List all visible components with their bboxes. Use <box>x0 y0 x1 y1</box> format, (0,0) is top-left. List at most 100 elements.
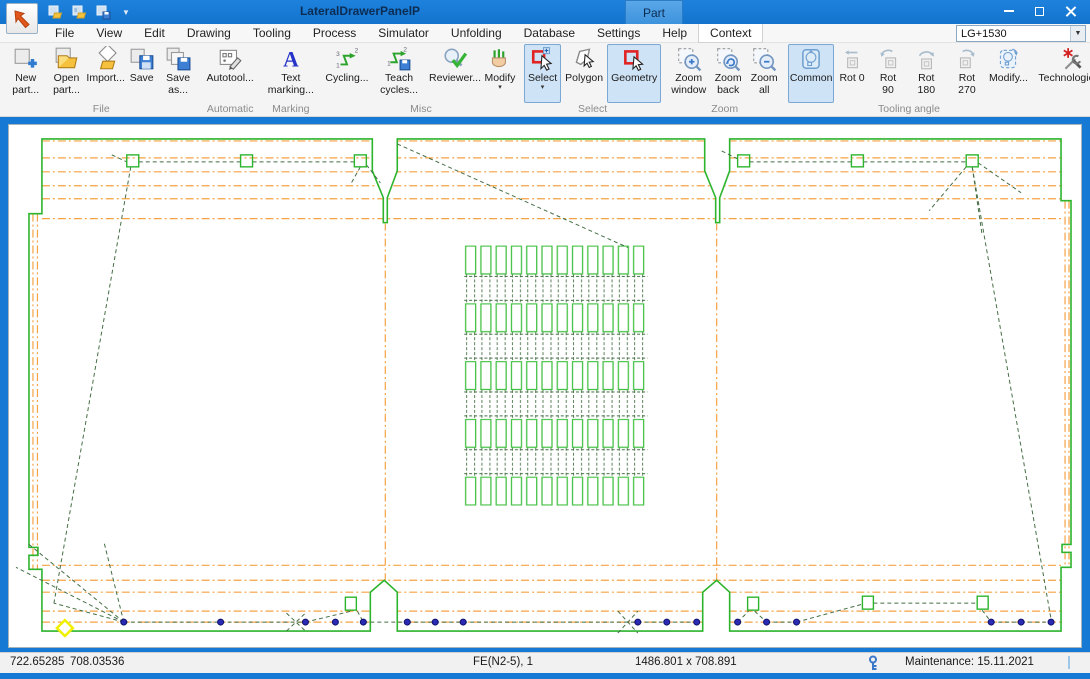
menu-item-unfolding[interactable]: Unfolding <box>440 24 513 43</box>
tab-part[interactable]: Part <box>625 0 683 24</box>
part-drawing <box>9 125 1081 647</box>
minimize-button[interactable] <box>993 0 1024 22</box>
maximize-button[interactable] <box>1024 0 1055 22</box>
maximize-icon <box>1035 7 1044 16</box>
drawing-canvas[interactable] <box>8 124 1082 648</box>
group-label-zoom: Zoom <box>667 103 782 116</box>
rot-0-icon <box>839 46 865 72</box>
menu-item-edit[interactable]: Edit <box>133 24 176 43</box>
zoom-all-button[interactable]: Zoom all <box>746 44 782 103</box>
technologies-button[interactable]: Technologies... <box>1036 44 1090 103</box>
statusbar-resize-grip <box>1068 656 1070 669</box>
common-icon <box>798 46 824 72</box>
menu-item-tooling[interactable]: Tooling <box>242 24 302 43</box>
reviewer-icon <box>442 46 468 72</box>
save-as-icon <box>165 46 191 72</box>
zoom-window-button[interactable]: Zoom window <box>667 44 710 103</box>
open-part-button[interactable]: Open part... <box>45 44 87 103</box>
machine-combobox[interactable]: LG+1530 ▼ <box>956 25 1086 42</box>
svg-text:2: 2 <box>403 46 407 53</box>
select-button[interactable]: Select ▾ <box>524 44 561 103</box>
rot-270-icon <box>954 46 980 72</box>
modify-tooling-button[interactable]: Modify... <box>987 44 1030 103</box>
rot-270-button[interactable]: Rot 270 <box>947 44 988 103</box>
status-bar: 722.65285 708.03536 FE(N2-5), 1 1486.801… <box>0 652 1090 673</box>
quick-save-icon[interactable] <box>94 4 111 20</box>
teach-cycles-button[interactable]: 12 Teach cycles... <box>370 44 428 103</box>
close-button[interactable] <box>1055 0 1086 22</box>
new-part-button[interactable]: New part... <box>6 44 45 103</box>
common-button[interactable]: Common <box>788 44 834 103</box>
cursor-x-coordinate: 722.65285 <box>10 656 64 668</box>
window-title: LateralDrawerPanelP <box>250 4 470 18</box>
quick-open-icon[interactable] <box>70 4 87 20</box>
group-label-file: File <box>6 103 197 116</box>
zoom-window-icon <box>676 46 702 72</box>
maintenance-date: Maintenance: 15.11.2021 <box>905 656 1034 668</box>
menu-item-drawing[interactable]: Drawing <box>176 24 242 43</box>
svg-text:2: 2 <box>355 48 359 55</box>
menu-item-file[interactable]: File <box>44 24 85 43</box>
app-logo-arrow-icon <box>10 7 34 31</box>
group-label-laser: Laser <box>1036 103 1090 116</box>
rot-180-button[interactable]: Rot 180 <box>906 44 947 103</box>
group-label-marking: Marking <box>264 103 318 116</box>
autotool-icon <box>217 46 243 72</box>
window-bottom-frame <box>0 673 1090 679</box>
app-window: ▼ LateralDrawerPanelP Part File View Edi… <box>0 0 1090 679</box>
autotool-button[interactable]: Autotool... <box>203 44 258 103</box>
polygon-button[interactable]: Polygon <box>561 44 607 103</box>
cycling-button[interactable]: 132 Cycling... <box>324 44 370 103</box>
group-label-misc: Misc <box>324 103 518 116</box>
ribbon-group-laser: Technologies... Destruct... Cut scrap...… <box>1034 44 1090 116</box>
group-label-select: Select <box>524 103 661 116</box>
menu-item-simulator[interactable]: Simulator <box>367 24 440 43</box>
select-dropdown-icon[interactable]: ▾ <box>541 85 545 91</box>
menu-item-settings[interactable]: Settings <box>586 24 651 43</box>
rot-0-button[interactable]: Rot 0 <box>834 44 870 103</box>
menu-bar: File View Edit Drawing Tooling Process S… <box>0 24 1090 43</box>
svg-text:1: 1 <box>336 63 340 70</box>
save-as-button[interactable]: Save as... <box>160 44 197 103</box>
menu-item-help[interactable]: Help <box>651 24 698 43</box>
svg-text:3: 3 <box>336 51 340 58</box>
modify-tooling-icon <box>995 46 1021 72</box>
menu-item-database[interactable]: Database <box>513 24 586 43</box>
text-marking-icon: A <box>278 46 304 72</box>
menu-item-process[interactable]: Process <box>302 24 367 43</box>
menu-item-context[interactable]: Context <box>698 24 763 43</box>
quick-new-icon[interactable] <box>46 4 63 20</box>
zoom-back-icon <box>715 46 741 72</box>
ribbon-group-select: Select ▾ Polygon Geometry Select <box>522 44 663 116</box>
ribbon-group-zoom: Zoom window Zoom back Zoom all Zoom <box>665 44 784 116</box>
new-part-icon <box>13 46 39 72</box>
cursor-y-coordinate: 708.03536 <box>70 656 124 668</box>
window-controls <box>993 0 1086 24</box>
zoom-back-button[interactable]: Zoom back <box>710 44 746 103</box>
modify-misc-icon <box>487 46 513 72</box>
geometry-button[interactable]: Geometry <box>607 44 661 103</box>
reviewer-button[interactable]: Reviewer... <box>428 44 482 103</box>
active-tool-info: FE(N2-5), 1 <box>473 656 533 668</box>
select-icon <box>530 46 556 72</box>
application-menu-button[interactable] <box>6 3 38 34</box>
ribbon-group-tooling-angle: Common Rot 0 Rot 90 Rot 180 Rot 270 <box>786 44 1032 116</box>
maintenance-key-icon <box>867 655 879 672</box>
text-marking-button[interactable]: A Text marking... <box>264 44 318 103</box>
combobox-dropdown-icon[interactable]: ▼ <box>1070 26 1085 41</box>
rot-90-button[interactable]: Rot 90 <box>870 44 906 103</box>
open-part-icon <box>54 46 80 72</box>
cycling-icon: 1 3 2 <box>334 46 360 72</box>
save-button[interactable]: Save <box>124 44 160 103</box>
geometry-icon <box>621 46 647 72</box>
close-icon <box>1065 6 1076 17</box>
modify-dropdown-icon[interactable]: ▾ <box>498 85 502 91</box>
import-button[interactable]: Import... <box>88 44 124 103</box>
svg-text:A: A <box>283 48 299 72</box>
louver-pattern <box>464 246 648 506</box>
group-label-tooling-angle: Tooling angle <box>788 103 1030 116</box>
menu-item-view[interactable]: View <box>85 24 133 43</box>
modify-misc-button[interactable]: Modify ▾ <box>482 44 518 103</box>
zoom-all-icon <box>751 46 777 72</box>
quick-access-dropdown-icon[interactable]: ▼ <box>122 8 130 17</box>
